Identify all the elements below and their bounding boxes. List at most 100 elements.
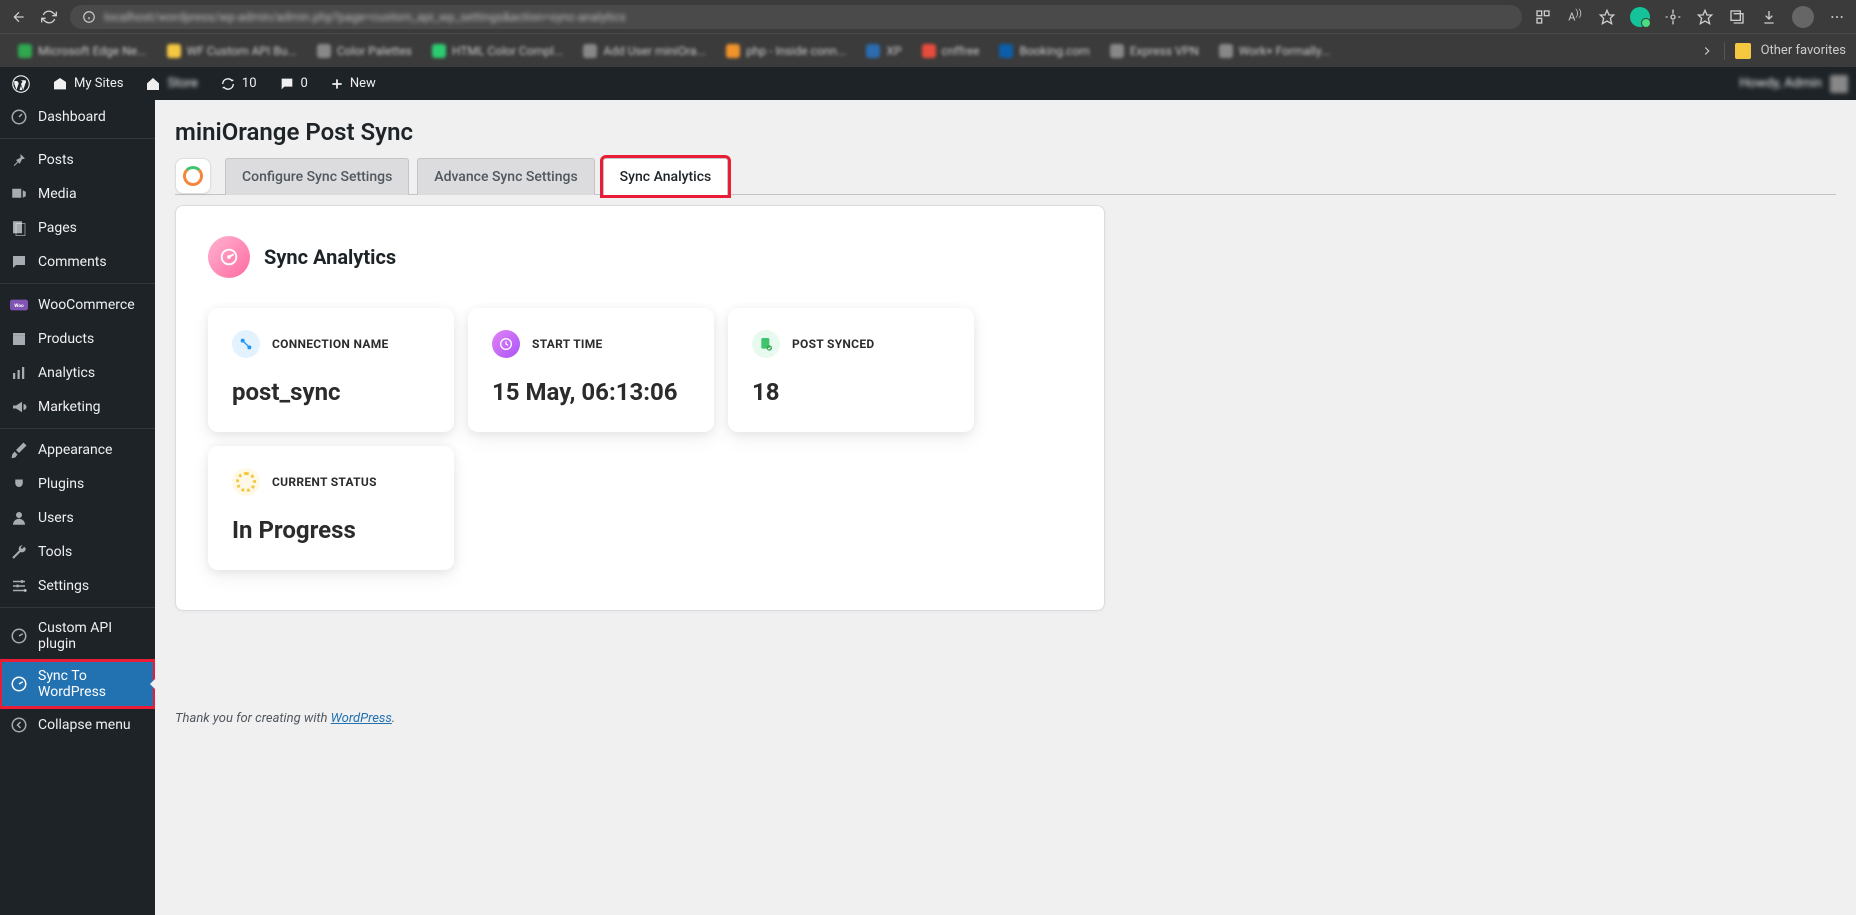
start-time-label: START TIME xyxy=(532,337,603,351)
wrench-icon xyxy=(10,543,28,561)
comment-icon xyxy=(279,76,295,92)
connection-label: CONNECTION NAME xyxy=(272,337,389,351)
brush-icon xyxy=(10,441,28,459)
wp-sidebar: Dashboard PostsMediaPagesComments WooWooCo… xyxy=(0,100,155,915)
panel-header-icon xyxy=(208,236,250,278)
site-home-link[interactable]: Store xyxy=(141,76,201,92)
bookmark-item[interactable]: Work× Formally... xyxy=(1211,40,1339,62)
spinner-icon xyxy=(232,468,260,496)
bookmark-item[interactable]: cnffree xyxy=(914,40,988,62)
favorites-icon[interactable] xyxy=(1696,8,1714,26)
clock-icon xyxy=(492,330,520,358)
wp-logo[interactable] xyxy=(8,75,34,93)
plugin-logo-icon xyxy=(175,158,211,194)
url-text: localhost/wordpress/wp-admin/admin.php?p… xyxy=(104,10,626,24)
gauge-icon xyxy=(10,675,28,693)
bookmark-item[interactable]: Booking.com xyxy=(991,40,1097,62)
bookmark-item[interactable]: php - Inside conn... xyxy=(718,40,854,62)
users-icon xyxy=(10,509,28,527)
bookmark-item[interactable]: XP xyxy=(858,40,909,62)
bookmark-item[interactable]: Color Palettes xyxy=(309,40,420,62)
svg-text:Woo: Woo xyxy=(14,303,24,309)
qr-icon[interactable] xyxy=(1534,8,1552,26)
sidebar-item-plugins[interactable]: Plugins xyxy=(0,467,155,501)
comments-link[interactable]: 0 xyxy=(275,76,312,92)
download-icon[interactable] xyxy=(1760,8,1778,26)
bookmarks-bar: Microsoft Edge Ne...WF Custom API Bu...C… xyxy=(0,33,1856,67)
home-icon xyxy=(145,76,161,92)
tab-advance-sync-settings[interactable]: Advance Sync Settings xyxy=(417,158,594,195)
analytics-icon xyxy=(10,364,28,382)
document-check-icon xyxy=(752,330,780,358)
sidebar-item-tools[interactable]: Tools xyxy=(0,535,155,569)
new-link[interactable]: New xyxy=(326,76,380,91)
connection-value: post_sync xyxy=(232,378,430,406)
post-synced-card: POST SYNCED 18 xyxy=(728,308,974,432)
chevron-right-icon[interactable] xyxy=(1700,44,1714,58)
bookmark-item[interactable]: HTML Color Compl... xyxy=(424,40,571,62)
bookmark-item[interactable]: Microsoft Edge Ne... xyxy=(10,40,155,62)
start-time-value: 15 May, 06:13:06 xyxy=(492,378,690,406)
sidebar-item-marketing[interactable]: Marketing xyxy=(0,390,155,424)
info-icon xyxy=(82,10,96,24)
woo-icon: Woo xyxy=(10,296,28,314)
sidebar-item-custom-api-plugin[interactable]: Custom API plugin xyxy=(0,612,155,660)
tab-sync-analytics[interactable]: Sync Analytics xyxy=(603,158,729,195)
connection-icon xyxy=(232,330,260,358)
profile-avatar-icon[interactable] xyxy=(1792,6,1814,28)
bookmark-item[interactable]: WF Custom API Bu... xyxy=(159,40,305,62)
wordpress-link[interactable]: WordPress xyxy=(331,711,392,726)
my-sites-link[interactable]: My Sites xyxy=(48,76,127,92)
extensions-icon[interactable] xyxy=(1664,8,1682,26)
sidebar-item-comments[interactable]: Comments xyxy=(0,245,155,279)
browser-back-icon[interactable] xyxy=(10,8,28,26)
collections-icon[interactable] xyxy=(1728,8,1746,26)
bookmark-item[interactable]: Express VPN xyxy=(1102,40,1207,62)
gauge-icon xyxy=(10,627,28,645)
sidebar-item-sync-to-wordpress[interactable]: Sync To WordPress xyxy=(0,660,155,708)
more-icon[interactable] xyxy=(1828,8,1846,26)
sidebar-item-analytics[interactable]: Analytics xyxy=(0,356,155,390)
connection-card: CONNECTION NAME post_sync xyxy=(208,308,454,432)
sidebar-item-settings[interactable]: Settings xyxy=(0,569,155,603)
star-icon[interactable] xyxy=(1598,8,1616,26)
howdy-link[interactable]: Howdy, Admin xyxy=(1739,76,1822,91)
sidebar-item-posts[interactable]: Posts xyxy=(0,143,155,177)
start-time-card: START TIME 15 May, 06:13:06 xyxy=(468,308,714,432)
update-icon xyxy=(220,76,236,92)
sidebar-item-media[interactable]: Media xyxy=(0,177,155,211)
bookmark-item[interactable]: Add User miniOra... xyxy=(575,40,714,62)
text-size-icon[interactable]: A)) xyxy=(1566,8,1584,26)
footer-text: Thank you for creating with WordPress. xyxy=(175,711,1836,726)
url-bar[interactable]: localhost/wordpress/wp-admin/admin.php?p… xyxy=(70,5,1522,29)
sidebar-item-collapse-menu[interactable]: Collapse menu xyxy=(0,708,155,742)
sidebar-item-products[interactable]: Products xyxy=(0,322,155,356)
plug-icon xyxy=(10,475,28,493)
media-icon xyxy=(10,185,28,203)
browser-refresh-icon[interactable] xyxy=(40,8,58,26)
user-avatar-icon[interactable] xyxy=(1830,75,1848,93)
other-favorites-label[interactable]: Other favorites xyxy=(1761,43,1846,58)
grammarly-icon[interactable] xyxy=(1630,7,1650,27)
analytics-panel: Sync Analytics CONNECTION NAME post_sync xyxy=(175,205,1105,611)
folder-icon xyxy=(1735,43,1751,59)
post-synced-value: 18 xyxy=(752,378,950,406)
sidebar-item-pages[interactable]: Pages xyxy=(0,211,155,245)
panel-title: Sync Analytics xyxy=(264,245,396,269)
plus-icon xyxy=(330,77,344,91)
status-value: In Progress xyxy=(232,516,430,544)
dashboard-icon xyxy=(10,108,28,126)
sidebar-item-users[interactable]: Users xyxy=(0,501,155,535)
sidebar-item-appearance[interactable]: Appearance xyxy=(0,433,155,467)
updates-link[interactable]: 10 xyxy=(216,76,261,92)
collapse-icon xyxy=(10,716,28,734)
comment-icon xyxy=(10,253,28,271)
post-synced-label: POST SYNCED xyxy=(792,337,875,351)
tab-configure-sync-settings[interactable]: Configure Sync Settings xyxy=(225,158,409,195)
pin-icon xyxy=(10,151,28,169)
wp-content: miniOrange Post Sync Configure Sync Sett… xyxy=(155,100,1856,915)
sidebar-item-dashboard[interactable]: Dashboard xyxy=(0,100,155,134)
page-icon xyxy=(10,219,28,237)
sidebar-item-woocommerce[interactable]: WooWooCommerce xyxy=(0,288,155,322)
page-title: miniOrange Post Sync xyxy=(175,100,1836,158)
